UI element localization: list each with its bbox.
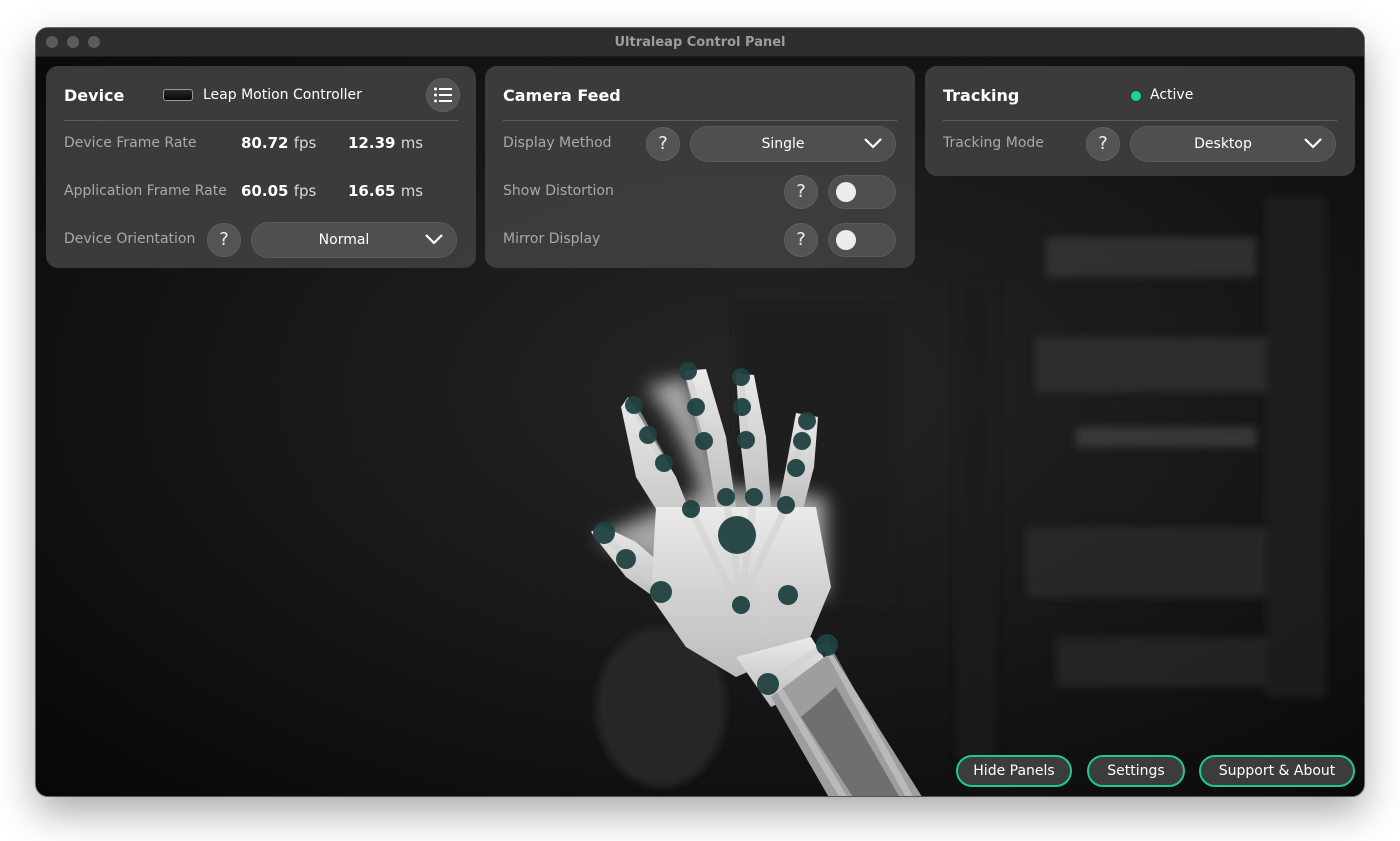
app-window: Ultraleap Control Panel Device Leap Moti… [36,28,1364,796]
display-method-select[interactable]: Single [690,126,896,162]
settings-button[interactable]: Settings [1087,755,1185,787]
tracking-panel: Tracking Active Tracking Mode ? Desktop [925,66,1355,176]
display-method-row: Display Method ? Single [503,125,897,163]
device-panel-header: Device Leap Motion Controller [64,66,460,121]
device-frame-rate-label: Device Frame Rate [64,135,197,151]
tracking-panel-header: Tracking Active [943,66,1337,121]
show-distortion-label: Show Distortion [503,183,614,199]
application-frame-rate-row: Application Frame Rate 60.05 fps 16.65 m… [64,173,458,211]
device-orientation-help-button[interactable]: ? [207,223,241,257]
toggle-knob [836,182,856,202]
device-panel: Device Leap Motion Controller Device Fra… [46,66,476,268]
chevron-down-icon [864,138,882,149]
tracking-mode-select[interactable]: Desktop [1130,126,1336,162]
tracking-panel-title: Tracking [943,86,1020,105]
chevron-down-icon [1304,138,1322,149]
mirror-display-row: Mirror Display ? [503,221,897,259]
device-menu-button[interactable] [426,78,460,112]
chevron-down-icon [425,234,443,245]
device-frame-rate-fps: 80.72 fps [241,134,317,152]
mirror-display-help-button[interactable]: ? [784,223,818,257]
window-title: Ultraleap Control Panel [614,34,786,50]
device-frame-rate-ms: 12.39 ms [348,134,424,152]
camera-feed-panel: Camera Feed Display Method ? Single Show… [485,66,915,268]
close-window-button[interactable] [46,36,58,48]
support-about-button[interactable]: Support & About [1199,755,1355,787]
status-indicator-icon [1131,91,1141,101]
tracking-status: Active [1150,87,1194,103]
application-frame-rate-label: Application Frame Rate [64,183,227,199]
zoom-window-button[interactable] [88,36,100,48]
show-distortion-help-button[interactable]: ? [784,175,818,209]
display-method-value: Single [761,136,805,152]
device-icon [163,89,193,101]
mirror-display-toggle[interactable] [828,223,896,257]
title-bar: Ultraleap Control Panel [36,28,1364,57]
application-frame-rate-fps: 60.05 fps [241,182,317,200]
display-method-help-button[interactable]: ? [646,127,680,161]
device-panel-title: Device [64,86,125,105]
tracking-mode-label: Tracking Mode [943,135,1044,151]
application-frame-rate-ms: 16.65 ms [348,182,424,200]
device-orientation-value: Normal [318,232,370,248]
device-name: Leap Motion Controller [203,87,362,103]
show-distortion-toggle[interactable] [828,175,896,209]
tracking-mode-row: Tracking Mode ? Desktop [943,125,1337,163]
mirror-display-label: Mirror Display [503,231,601,247]
device-orientation-label: Device Orientation [64,231,196,247]
tracking-mode-value: Desktop [1194,136,1252,152]
device-orientation-row: Device Orientation ? Normal [64,221,458,259]
hide-panels-button[interactable]: Hide Panels [956,755,1072,787]
list-icon [434,87,452,103]
display-method-label: Display Method [503,135,612,151]
show-distortion-row: Show Distortion ? [503,173,897,211]
toggle-knob [836,230,856,250]
camera-feed-panel-header: Camera Feed [503,66,897,121]
camera-feed-panel-title: Camera Feed [503,86,621,105]
minimize-window-button[interactable] [67,36,79,48]
tracking-mode-help-button[interactable]: ? [1086,127,1120,161]
device-frame-rate-row: Device Frame Rate 80.72 fps 12.39 ms [64,125,458,163]
device-orientation-select[interactable]: Normal [251,222,457,258]
window-controls [46,36,100,48]
